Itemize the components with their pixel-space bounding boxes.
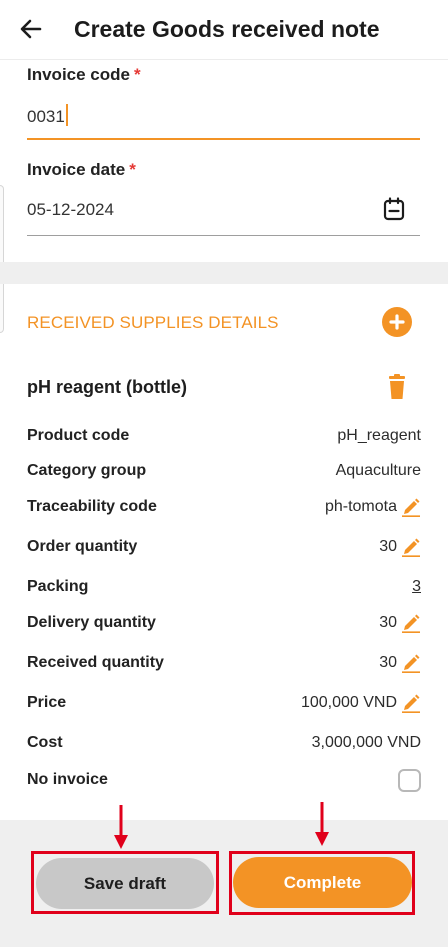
invoice-date-label-text: Invoice date bbox=[27, 160, 126, 179]
detail-value: 3,000,000 VND bbox=[312, 734, 421, 752]
invoice-date-label: Invoice date * bbox=[27, 160, 136, 180]
detail-value: pH_reagent bbox=[337, 427, 421, 445]
detail-value-text: 3 bbox=[412, 578, 421, 595]
back-button[interactable] bbox=[18, 16, 44, 42]
supply-detail-row: Cost 3,000,000 VND bbox=[27, 731, 421, 755]
required-mark: * bbox=[133, 65, 141, 84]
pencil-edit-icon[interactable] bbox=[401, 653, 421, 673]
detail-label: Traceability code bbox=[27, 498, 157, 515]
annotation-frame-complete bbox=[229, 851, 415, 915]
pencil-edit-icon[interactable] bbox=[401, 497, 421, 517]
supply-detail-row: Traceability code ph-tomota bbox=[27, 495, 421, 519]
supply-item-name: pH reagent (bottle) bbox=[27, 377, 187, 397]
detail-value-text: Aquaculture bbox=[335, 462, 421, 479]
detail-value-text: ph-tomota bbox=[324, 498, 397, 515]
invoice-date-input[interactable]: 05-12-2024 bbox=[27, 200, 114, 220]
detail-value[interactable]: 30 bbox=[379, 653, 421, 673]
invoice-code-label-text: Invoice code bbox=[27, 65, 130, 84]
add-supply-button[interactable] bbox=[382, 307, 412, 337]
pencil-edit-icon[interactable] bbox=[401, 537, 421, 557]
pencil-edit-icon[interactable] bbox=[401, 693, 421, 713]
detail-value[interactable]: ph-tomota bbox=[325, 497, 421, 517]
detail-label: Category group bbox=[27, 462, 147, 479]
supply-detail-row: Category group Aquaculture bbox=[27, 459, 421, 483]
invoice-code-label: Invoice code * bbox=[27, 65, 141, 85]
trash-icon[interactable] bbox=[385, 374, 409, 400]
pencil-edit-icon[interactable] bbox=[401, 613, 421, 633]
arrow-left-icon bbox=[20, 19, 42, 39]
detail-label: Price bbox=[27, 694, 67, 711]
detail-label: Delivery quantity bbox=[27, 614, 156, 631]
detail-label: Product code bbox=[27, 427, 130, 444]
invoice-date-underline bbox=[27, 235, 420, 236]
page-title: Create Goods received note bbox=[74, 16, 380, 42]
detail-value-text: 30 bbox=[379, 654, 397, 671]
side-drawer-handle[interactable] bbox=[0, 185, 4, 333]
detail-value-text: 30 bbox=[379, 614, 397, 631]
detail-value[interactable]: 30 bbox=[379, 613, 421, 633]
detail-value[interactable]: 100,000 VND bbox=[301, 693, 421, 713]
calendar-icon[interactable] bbox=[383, 197, 405, 221]
invoice-code-underline bbox=[27, 138, 420, 140]
no-invoice-checkbox[interactable] bbox=[398, 768, 421, 792]
annotation-arrow-icon bbox=[114, 805, 128, 849]
detail-value-text: 30 bbox=[379, 538, 397, 555]
app-header: Create Goods received note bbox=[0, 0, 448, 60]
plus-icon bbox=[389, 314, 405, 330]
no-invoice-label: No invoice bbox=[27, 771, 108, 788]
detail-value[interactable]: 30 bbox=[379, 537, 421, 557]
annotation-arrow-icon bbox=[315, 802, 329, 846]
supply-detail-row: Packing 3 bbox=[27, 575, 421, 599]
detail-value[interactable]: 3 bbox=[412, 578, 421, 596]
detail-label: Packing bbox=[27, 578, 89, 595]
supply-detail-row: Product code pH_reagent bbox=[27, 424, 421, 448]
detail-label: Cost bbox=[27, 734, 63, 751]
supply-detail-row: Price 100,000 VND bbox=[27, 691, 421, 715]
annotation-frame-save-draft bbox=[31, 851, 219, 914]
supply-detail-row: Order quantity 30 bbox=[27, 535, 421, 559]
detail-value-text: 3,000,000 VND bbox=[311, 734, 421, 751]
detail-value-text: 100,000 VND bbox=[300, 694, 397, 711]
detail-value-text: pH_reagent bbox=[337, 427, 421, 444]
supply-detail-row: Delivery quantity 30 bbox=[27, 611, 421, 635]
detail-value: Aquaculture bbox=[336, 462, 421, 480]
invoice-code-value: 0031 bbox=[27, 107, 65, 126]
detail-label: Received quantity bbox=[27, 654, 164, 671]
section-divider bbox=[0, 262, 448, 284]
detail-label: Order quantity bbox=[27, 538, 138, 555]
invoice-code-input[interactable]: 0031 bbox=[27, 104, 68, 127]
no-invoice-row: No invoice bbox=[27, 768, 421, 792]
text-caret bbox=[65, 104, 68, 126]
received-supplies-title: RECEIVED SUPPLIES DETAILS bbox=[27, 313, 279, 332]
supply-detail-row: Received quantity 30 bbox=[27, 651, 421, 675]
required-mark: * bbox=[129, 160, 136, 179]
